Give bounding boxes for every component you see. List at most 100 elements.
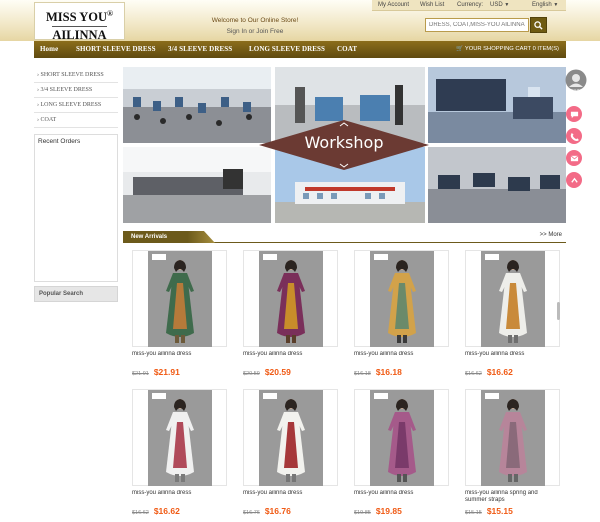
product-price: $20.59 [264, 367, 291, 377]
nav-long-sleeve-dress[interactable]: LONG SLEEVE DRESS [249, 41, 325, 58]
search-button[interactable] [530, 17, 547, 33]
product-image-frame[interactable] [354, 250, 449, 347]
product-card[interactable]: miss-you ailinna dress $16.62 $16.62 [465, 250, 560, 377]
product-image-frame[interactable] [132, 389, 227, 486]
product-image[interactable] [370, 390, 434, 486]
currency-value: USD [490, 2, 503, 8]
product-image[interactable] [481, 251, 545, 347]
chevron-right-icon: › [37, 87, 39, 93]
currency-select[interactable]: USD ▼ [490, 0, 509, 11]
logo[interactable]: MISS YOU® AILINNA [34, 2, 125, 43]
nav-three-quarter-sleeve-dress[interactable]: 3/4 SLEEVE DRESS [168, 41, 232, 58]
product-image-frame[interactable] [132, 250, 227, 347]
language-value: English [532, 2, 552, 8]
product-image[interactable] [148, 251, 212, 347]
search-icon [534, 20, 543, 30]
category-item-long-sleeve[interactable]: › LONG SLEEVE DRESS [34, 98, 118, 113]
workshop-photo [123, 67, 271, 143]
product-image[interactable] [370, 251, 434, 347]
product-price: $19.85 [375, 506, 402, 516]
my-account-link[interactable]: My Account [378, 0, 409, 11]
product-name[interactable]: miss-you ailinna dress [132, 351, 227, 365]
search-input[interactable] [425, 18, 529, 32]
product-old-price: $16.62 [132, 510, 149, 516]
header: MISS YOU® AILINNA Welcome to Our Online … [0, 0, 600, 43]
logo-registered-mark: ® [107, 9, 113, 18]
chevron-right-icon: › [37, 102, 39, 108]
workshop-photo [428, 147, 566, 223]
shopping-cart-link[interactable]: 🛒 YOUR SHOPPING CART 0 ITEM(S) [456, 41, 559, 58]
product-price: $15.15 [486, 506, 513, 516]
currency-label: Currency: [457, 2, 484, 8]
product-name[interactable]: miss-you ailinna dress [243, 490, 338, 504]
product-card[interactable]: miss-you ailinna dress $16.76 $16.76 [243, 389, 338, 516]
wish-list-link[interactable]: Wish List [420, 0, 444, 11]
cart-icon: 🛒 [456, 46, 464, 52]
avatar-label: ONLINE [569, 89, 583, 93]
nav-coat[interactable]: COAT [337, 41, 357, 58]
welcome-text: Welcome to Our Online Store! [211, 17, 299, 24]
product-prices: $16.18 $16.18 [354, 367, 449, 377]
product-card[interactable]: miss-you ailinna dress $16.62 $16.62 [132, 389, 227, 516]
workshop-photo [123, 147, 271, 223]
new-arrivals-title: New Arrivals [123, 231, 215, 243]
product-image[interactable] [259, 390, 323, 486]
product-price: $16.62 [153, 506, 180, 516]
product-old-price: $16.18 [354, 371, 371, 377]
logo-line1: MISS YOU [46, 10, 108, 25]
nav-short-sleeve-dress[interactable]: SHORT SLEEVE DRESS [76, 41, 156, 58]
product-name[interactable]: miss-you ailinna dress [132, 490, 227, 504]
banner-title: Workshop [304, 133, 384, 152]
category-label: COAT [40, 117, 57, 123]
product-card[interactable]: miss-you ailinna dress $19.85 $19.85 [354, 389, 449, 516]
product-image-frame[interactable] [354, 389, 449, 486]
product-name[interactable]: miss-you ailinna spring and summer strap… [465, 490, 560, 504]
chevron-down-icon: ▼ [553, 2, 559, 8]
product-prices: $20.59 $20.59 [243, 367, 338, 377]
page: MISS YOU® AILINNA Welcome to Our Online … [0, 0, 600, 522]
chat-button[interactable] [566, 106, 582, 122]
category-label: SHORT SLEEVE DRESS [40, 72, 104, 78]
product-prices: $15.15 $15.15 [465, 506, 560, 516]
product-name[interactable]: miss-you ailinna dress [354, 351, 449, 365]
join-free-link[interactable]: Join Free [256, 28, 283, 35]
customer-service-avatar[interactable]: ONLINE [565, 69, 587, 93]
more-link[interactable]: >> More [540, 232, 562, 238]
product-image-frame[interactable] [465, 389, 560, 486]
chat-icon [570, 111, 578, 118]
product-prices: $19.85 $19.85 [354, 506, 449, 516]
sign-in-link[interactable]: Sign In [227, 28, 247, 35]
product-name[interactable]: miss-you ailinna dress [243, 351, 338, 365]
product-image-frame[interactable] [465, 250, 560, 347]
category-item-coat[interactable]: › COAT [34, 113, 118, 128]
product-image[interactable] [148, 390, 212, 486]
back-to-top-button[interactable] [566, 172, 582, 188]
product-image-frame[interactable] [243, 389, 338, 486]
language-select[interactable]: English ▼ [532, 0, 558, 11]
product-image[interactable] [481, 390, 545, 486]
product-old-price: $16.62 [465, 371, 482, 377]
product-old-price: $15.15 [465, 510, 482, 516]
category-item-short-sleeve[interactable]: › SHORT SLEEVE DRESS [34, 68, 118, 83]
call-button[interactable] [566, 128, 582, 144]
product-name[interactable]: miss-you ailinna dress [354, 490, 449, 504]
or-text: or [248, 28, 255, 35]
product-card[interactable]: miss-you ailinna dress $21.91 $21.91 [132, 250, 227, 377]
product-card[interactable]: miss-you ailinna dress $16.18 $16.18 [354, 250, 449, 377]
category-label: 3/4 SLEEVE DRESS [40, 87, 93, 93]
category-item-three-quarter-sleeve[interactable]: › 3/4 SLEEVE DRESS [34, 83, 118, 98]
product-card[interactable]: miss-you ailinna dress $20.59 $20.59 [243, 250, 338, 377]
nav-home[interactable]: Home [40, 41, 58, 58]
product-old-price: $16.76 [243, 510, 260, 516]
product-card[interactable]: miss-you ailinna spring and summer strap… [465, 389, 560, 516]
logo-line2: AILINNA [52, 26, 107, 43]
product-price: $16.18 [375, 367, 402, 377]
scrollbar[interactable] [557, 302, 560, 320]
recent-orders-box: Recent Orders [34, 134, 118, 282]
email-button[interactable] [566, 150, 582, 166]
product-old-price: $21.91 [132, 371, 149, 377]
product-image-frame[interactable] [243, 250, 338, 347]
product-image[interactable] [259, 251, 323, 347]
product-name[interactable]: miss-you ailinna dress [465, 351, 560, 365]
chevron-up-icon [570, 177, 578, 183]
